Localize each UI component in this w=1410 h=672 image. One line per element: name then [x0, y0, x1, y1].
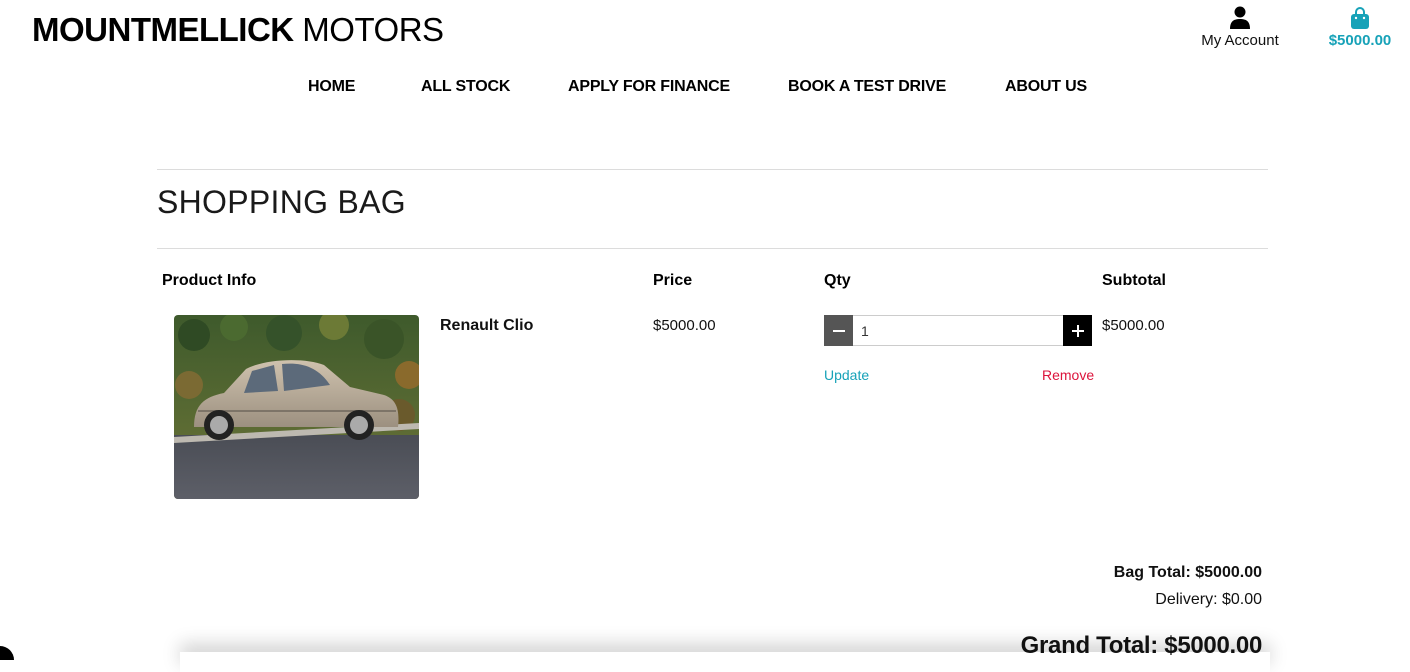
nav-about-us[interactable]: ABOUT US [1005, 78, 1087, 96]
product-price: $5000.00 [653, 317, 716, 334]
page-title: SHOPPING BAG [157, 184, 406, 220]
divider-top [157, 169, 1268, 170]
update-link[interactable]: Update [824, 367, 869, 383]
brand-name-bold: MOUNTMELLICK [32, 11, 294, 48]
nav-book-a-test-drive[interactable]: BOOK A TEST DRIVE [788, 78, 946, 96]
increment-qty-button[interactable] [1063, 315, 1092, 346]
product-image [174, 315, 419, 499]
my-account-label: My Account [1201, 32, 1279, 49]
product-name[interactable]: Renault Clio [440, 317, 533, 335]
window-corner [0, 646, 14, 660]
delivery-cost: Delivery: $0.00 [1155, 591, 1262, 608]
site-logo[interactable]: MOUNTMELLICK MOTORS [32, 10, 444, 50]
bag-total: Bag Total: $5000.00 [1113, 564, 1262, 581]
quantity-stepper [824, 315, 1092, 346]
nav-apply-for-finance[interactable]: APPLY FOR FINANCE [568, 78, 730, 96]
remove-link[interactable]: Remove [1042, 367, 1094, 383]
brand-name-light: MOTORS [293, 11, 444, 48]
main-nav: HOME ALL STOCK APPLY FOR FINANCE BOOK A … [0, 78, 1410, 102]
product-subtotal: $5000.00 [1102, 317, 1165, 334]
my-account-link[interactable]: My Account [1190, 6, 1290, 49]
grand-total: Grand Total: $5000.00 [1020, 632, 1263, 659]
header-subtotal: Subtotal [1102, 272, 1166, 289]
shopping-bag-link[interactable]: $5000.00 [1318, 6, 1402, 49]
header-product-info: Product Info [162, 272, 257, 289]
shopping-bag-icon [1351, 7, 1369, 29]
plus-icon [1071, 324, 1084, 337]
header-qty: Qty [824, 272, 851, 289]
header-price: Price [653, 272, 693, 289]
nav-home[interactable]: HOME [308, 78, 355, 96]
bag-total-amount: $5000.00 [1328, 32, 1392, 49]
nav-all-stock[interactable]: ALL STOCK [421, 78, 510, 96]
divider-bottom [157, 248, 1268, 249]
user-icon [1230, 6, 1250, 29]
quantity-input[interactable] [853, 315, 1063, 346]
decrement-qty-button[interactable] [824, 315, 853, 346]
minus-icon [832, 329, 845, 332]
